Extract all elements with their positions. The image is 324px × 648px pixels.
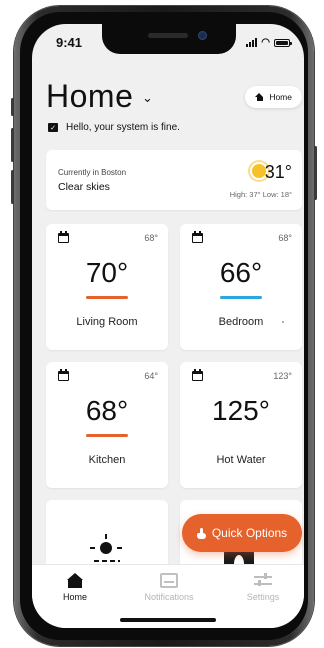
system-status: ✓ Hello, your system is fine.: [48, 122, 180, 133]
sun-ray: [105, 534, 107, 539]
zone-temperature: 125°: [212, 395, 270, 426]
calendar-icon: [192, 369, 203, 381]
signal-icon: [246, 38, 258, 47]
weather-condition: Clear skies: [58, 181, 110, 193]
home-indicator[interactable]: [120, 618, 216, 622]
indicator-dot: [282, 321, 284, 323]
zone-setpoint: 64°: [144, 371, 158, 381]
tab-notifications-label: Notifications: [144, 592, 194, 602]
house-icon: [255, 93, 264, 101]
weather-location: Currently in Boston: [58, 168, 127, 177]
screen: 9:41 ◠ Home ⌄ Home ✓ Hello, your system …: [32, 24, 304, 628]
tab-settings-label: Settings: [246, 592, 280, 602]
mute-switch: [11, 98, 14, 116]
wifi-icon: ◠: [261, 37, 270, 48]
calendar-icon: [58, 369, 69, 381]
calendar-icon: [58, 231, 69, 243]
zone-name: Hot Water: [216, 454, 266, 466]
zone-setpoint: 68°: [144, 233, 158, 243]
chevron-down-icon[interactable]: ⌄: [142, 90, 153, 106]
calendar-icon: [192, 231, 203, 243]
zone-temperature: 66°: [219, 257, 263, 288]
hand-pointer-icon: [196, 527, 206, 539]
tab-settings[interactable]: Settings: [228, 573, 298, 602]
tab-home-label: Home: [62, 592, 87, 602]
volume-up-button: [11, 128, 14, 162]
zone-name: Kitchen: [88, 454, 126, 466]
sun-ray: [90, 547, 95, 549]
notch: [102, 24, 236, 54]
home-chip[interactable]: Home: [245, 86, 302, 108]
inbox-icon: [160, 573, 178, 588]
zone-accent-bar: [86, 296, 128, 299]
sliders-icon: [254, 573, 272, 588]
battery-icon: [274, 38, 292, 47]
system-status-text: Hello, your system is fine.: [66, 122, 180, 133]
weather-high-low: High: 37° Low: 18°: [229, 190, 292, 199]
quick-options-label: Quick Options: [211, 526, 288, 540]
weather-card[interactable]: Currently in Boston Clear skies 31° High…: [46, 150, 302, 210]
weather-temperature: 31°: [264, 162, 292, 182]
page-title[interactable]: Home: [46, 78, 133, 115]
volume-down-button: [11, 170, 14, 204]
status-icons: ◠: [246, 37, 292, 48]
zone-accent-bar: [86, 434, 128, 437]
zone-temperature: 70°: [85, 257, 129, 288]
power-button: [314, 146, 317, 200]
zone-name: Living Room: [76, 316, 138, 328]
sun-icon: [100, 542, 112, 554]
camera: [198, 31, 207, 40]
tab-home[interactable]: Home: [40, 573, 110, 602]
zone-tile-living-room[interactable]: 68° 70° Living Room: [46, 224, 168, 350]
zone-tile-kitchen[interactable]: 64° 68° Kitchen: [46, 362, 168, 488]
check-icon: ✓: [48, 123, 58, 132]
house-icon: [67, 573, 83, 588]
zone-setpoint: 123°: [273, 371, 292, 381]
zone-accent-bar: [220, 296, 262, 299]
zone-tile-bedroom[interactable]: 68° 66° Bedroom: [180, 224, 302, 350]
zone-tile-hot-water[interactable]: 123° 125° Hot Water: [180, 362, 302, 488]
quick-options-button[interactable]: Quick Options: [182, 514, 302, 552]
stripes-icon: [94, 560, 120, 562]
zone-temperature: 68°: [85, 395, 129, 426]
speaker: [148, 33, 188, 38]
tab-notifications[interactable]: Notifications: [134, 573, 204, 602]
sun-ray: [117, 547, 122, 549]
zone-setpoint: 68°: [278, 233, 292, 243]
home-chip-label: Home: [269, 92, 292, 102]
status-time: 9:41: [56, 35, 83, 50]
